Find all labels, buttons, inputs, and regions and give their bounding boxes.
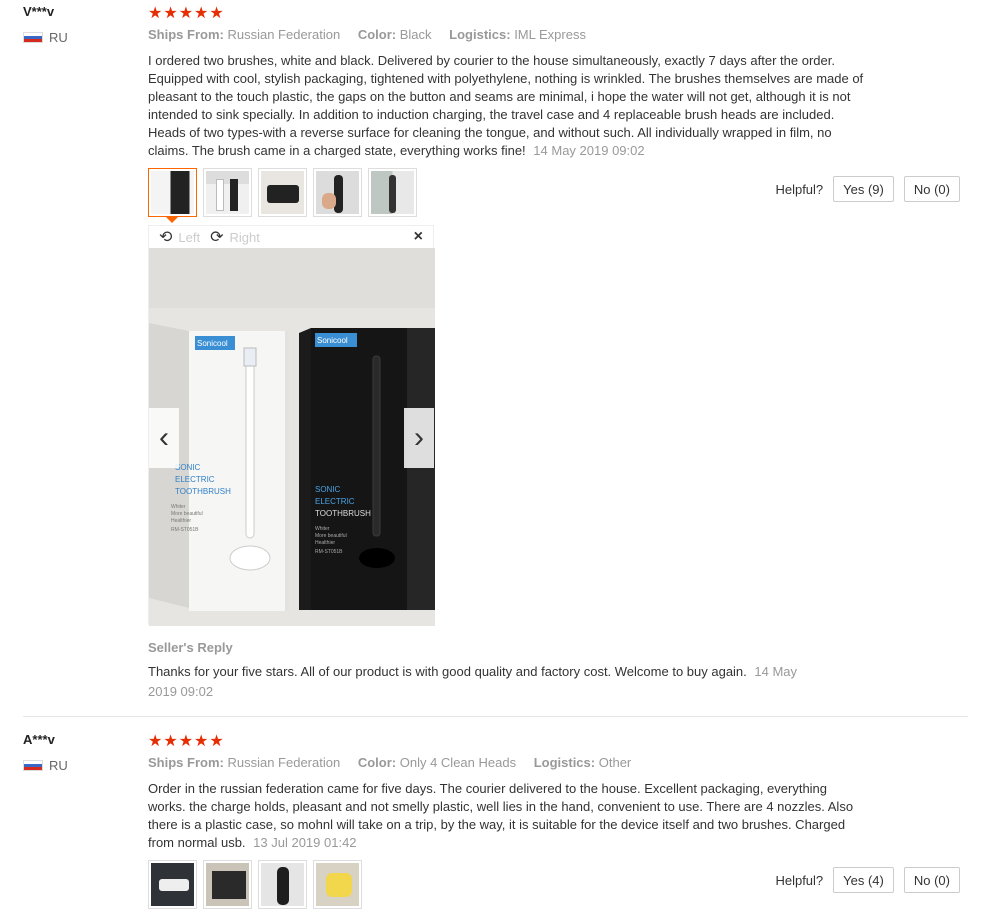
review-photos <box>148 168 417 223</box>
rotate-right-icon: ⟳ <box>210 229 224 246</box>
box-model-white: RM-ST051B <box>171 527 199 533</box>
box-small2-black: More beautiful <box>315 533 347 539</box>
helpful-votes: Helpful? Yes (4) No (0) <box>775 867 960 893</box>
next-photo-button[interactable]: › <box>404 408 434 468</box>
review-photo-thumb[interactable] <box>368 168 417 217</box>
russia-flag-icon <box>23 760 43 771</box>
color-value: Only 4 Clean Heads <box>399 755 517 770</box>
prev-photo-button[interactable]: ‹ <box>149 408 179 468</box>
photo-viewer: ⟲ Left ⟳ Right × Sonicool SONIC ELECTRIC… <box>148 225 435 626</box>
review-photo-large: Sonicool SONIC ELECTRIC TOOTHBRUSH White… <box>149 248 435 626</box>
review-item: V***v RU ★★★★★ Ships From: Russian Feder… <box>0 0 990 716</box>
rotate-left-icon: ⟲ <box>159 229 173 246</box>
review-item: A***v RU ★★★★★ Ships From: Russian Feder… <box>0 717 990 917</box>
seller-reply: Thanks for your five stars. All of our p… <box>148 662 808 702</box>
reviewer-name: A***v <box>23 732 55 747</box>
ships-from-value: Russian Federation <box>227 755 341 770</box>
box-brand-white: Sonicool <box>197 339 228 348</box>
box-line2-white: ELECTRIC <box>175 475 215 484</box>
box-model-black: RM-ST051B <box>315 549 343 555</box>
helpful-yes-button[interactable]: Yes (4) <box>833 867 894 893</box>
helpful-label: Helpful? <box>775 872 824 888</box>
box-small3-white: Healthier <box>171 518 191 524</box>
rotate-left-label: Left <box>178 229 201 245</box>
helpful-no-button[interactable]: No (0) <box>903 176 960 202</box>
box-line1-black: SONIC <box>315 485 341 494</box>
helpful-label: Helpful? <box>775 181 824 197</box>
review-photo-thumb[interactable] <box>258 168 307 217</box>
seller-reply-text: Thanks for your five stars. All of our p… <box>148 664 747 679</box>
review-photo-thumb[interactable] <box>203 168 252 217</box>
logistics-value: IML Express <box>514 27 586 42</box>
review-date: 14 May 2019 09:02 <box>533 143 645 158</box>
seller-reply-title: Seller's Reply <box>148 640 233 655</box>
chevron-left-icon: ‹ <box>159 421 169 454</box>
review-text: I ordered two brushes, white and black. … <box>148 52 868 160</box>
russia-flag-icon <box>23 32 43 43</box>
color-label: Color: <box>357 27 397 42</box>
review-photo-thumb[interactable] <box>258 860 307 909</box>
country-code: RU <box>49 30 68 45</box>
color-value: Black <box>399 27 432 42</box>
review-meta: Ships From: Russian Federation Color: Bl… <box>148 27 586 42</box>
box-line3-black: TOOTHBRUSH <box>315 509 371 518</box>
logistics-label: Logistics: <box>533 755 596 770</box>
star-rating: ★★★★★ <box>148 733 225 750</box>
box-small1-black: Whiter <box>315 526 330 532</box>
ships-from-value: Russian Federation <box>227 27 341 42</box>
review-body: I ordered two brushes, white and black. … <box>148 53 864 158</box>
helpful-votes: Helpful? Yes (9) No (0) <box>775 176 960 202</box>
ships-from-label: Ships From: <box>148 755 224 770</box>
toothbrush-boxes-photo: Sonicool SONIC ELECTRIC TOOTHBRUSH White… <box>149 248 435 626</box>
reviewer-country: RU <box>23 758 68 773</box>
country-code: RU <box>49 758 68 773</box>
box-line3-white: TOOTHBRUSH <box>175 487 231 496</box>
helpful-no-button[interactable]: No (0) <box>903 867 960 893</box>
box-small2-white: More beautiful <box>171 511 203 517</box>
box-brand-black: Sonicool <box>317 336 348 345</box>
chevron-right-icon: › <box>414 421 424 454</box>
review-photo-thumb[interactable] <box>313 168 362 217</box>
color-label: Color: <box>357 755 397 770</box>
review-date: 13 Jul 2019 01:42 <box>253 835 357 850</box>
logistics-label: Logistics: <box>449 27 511 42</box>
review-text: Order in the russian federation came for… <box>148 780 868 852</box>
rotate-left-button[interactable]: ⟲ Left <box>159 227 200 247</box>
review-photo-thumb[interactable] <box>203 860 252 909</box>
close-icon[interactable]: × <box>414 228 423 246</box>
rotate-right-label: Right <box>229 229 260 245</box>
reviewer-name: V***v <box>23 4 55 19</box>
reviewer-country: RU <box>23 30 68 45</box>
box-line2-black: ELECTRIC <box>315 497 355 506</box>
review-photo-thumb[interactable] <box>313 860 362 909</box>
logistics-value: Other <box>598 755 632 770</box>
ships-from-label: Ships From: <box>148 27 224 42</box>
review-photo-thumb[interactable] <box>148 168 197 223</box>
helpful-yes-button[interactable]: Yes (9) <box>833 176 894 202</box>
review-photos <box>148 860 362 909</box>
viewer-toolbar: ⟲ Left ⟳ Right × <box>149 226 433 248</box>
star-rating: ★★★★★ <box>148 5 225 22</box>
review-meta: Ships From: Russian Federation Color: On… <box>148 755 631 770</box>
box-small3-black: Healthier <box>315 540 335 546</box>
review-photo-thumb[interactable] <box>148 860 197 909</box>
rotate-right-button[interactable]: ⟳ Right <box>210 227 260 247</box>
box-small1-white: Whiter <box>171 504 186 510</box>
